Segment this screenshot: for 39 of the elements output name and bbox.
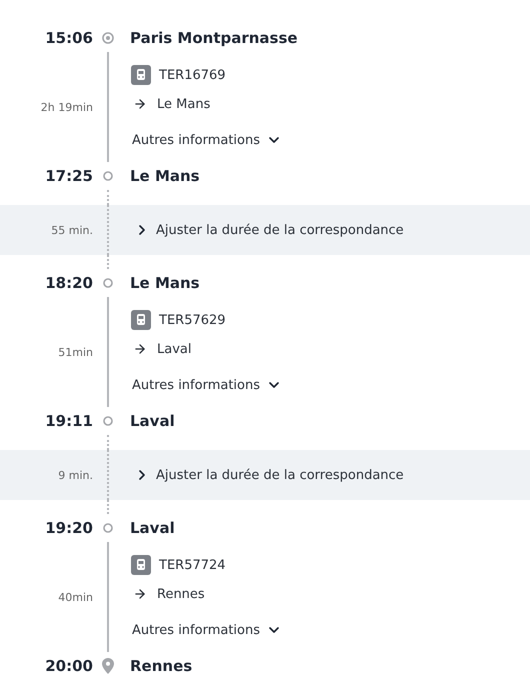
stop-marker-icon: [103, 171, 113, 181]
train-number: TER16769: [159, 68, 226, 82]
more-info-toggle[interactable]: Autres informations: [130, 132, 282, 148]
train-direction: Laval: [157, 342, 192, 356]
location-pin-icon: [102, 658, 114, 674]
origin-marker-icon: [102, 32, 114, 44]
stop-time: 19:20: [45, 519, 93, 537]
stop-time: 15:06: [45, 29, 93, 47]
station-name: Le Mans: [130, 167, 200, 185]
stop-time: 19:11: [45, 412, 93, 430]
train-icon: [131, 555, 151, 575]
station-name: Le Mans: [130, 274, 200, 292]
station-name: Laval: [130, 519, 175, 537]
more-info-toggle[interactable]: Autres informations: [130, 622, 282, 638]
transfer-duration: 55 min.: [51, 224, 93, 236]
leg-duration: 51min: [58, 346, 93, 358]
stop-time: 17:25: [45, 167, 93, 185]
train-direction: Rennes: [157, 586, 205, 602]
arrow-right-icon: [133, 97, 147, 111]
stop-time: 20:00: [45, 657, 93, 675]
stop-marker-icon: [103, 278, 113, 288]
leg-duration: 2h 19min: [40, 100, 93, 114]
transfer-duration: 9 min.: [58, 468, 93, 482]
train-number: TER57724: [159, 558, 226, 572]
adjust-transfer-button[interactable]: Ajuster la durée de la correspondance: [130, 467, 404, 483]
train-number: TER57629: [159, 312, 226, 328]
train-direction: Le Mans: [157, 96, 210, 112]
stop-marker-icon: [103, 523, 113, 533]
adjust-transfer-button[interactable]: Ajuster la durée de la correspondance: [130, 222, 404, 238]
train-icon: [131, 65, 151, 85]
station-name: Paris Montparnasse: [130, 29, 298, 47]
stop-marker-icon: [103, 416, 113, 426]
station-name: Rennes: [130, 657, 192, 675]
leg-duration: 40min: [58, 590, 93, 604]
arrow-right-icon: [133, 342, 147, 356]
stop-time: 18:20: [45, 274, 93, 292]
more-info-toggle[interactable]: Autres informations: [130, 377, 282, 393]
station-name: Laval: [130, 412, 175, 430]
train-icon: [131, 310, 151, 330]
